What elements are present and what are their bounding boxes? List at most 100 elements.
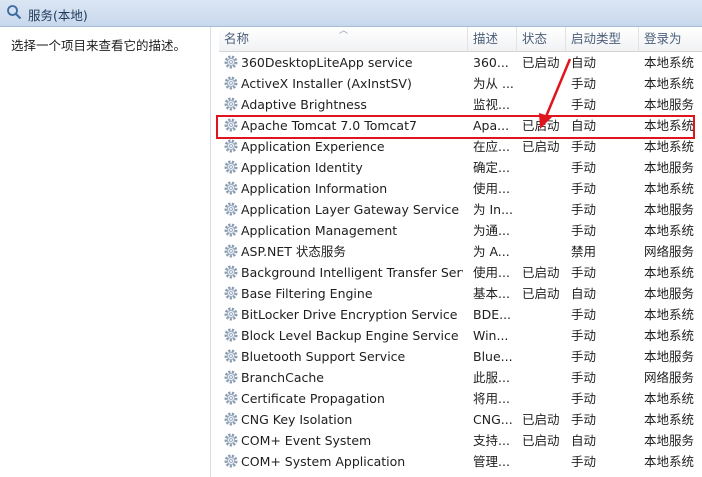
window-titlebar: 服务(本地) xyxy=(0,0,702,27)
service-logon-as: 本地系统 xyxy=(644,118,695,133)
service-status xyxy=(522,220,568,241)
service-startup-type: 手动 xyxy=(571,370,597,385)
service-logon-as: 本地系统 xyxy=(644,223,695,238)
service-gear-icon xyxy=(224,433,238,447)
service-description: 使用... xyxy=(473,265,510,280)
service-description: 管理... xyxy=(473,454,510,469)
service-startup-type: 自动 xyxy=(571,433,597,448)
service-row[interactable]: Background Intelligent Transfer Serv... 使… xyxy=(219,262,702,283)
service-gear-icon xyxy=(224,139,238,153)
service-startup-type: 禁用 xyxy=(571,244,597,259)
service-name: Application Identity xyxy=(241,160,363,175)
service-name: BranchCache xyxy=(241,370,324,385)
service-name: Block Level Backup Engine Service xyxy=(241,328,459,343)
service-logon-as: 本地系统 xyxy=(644,139,695,154)
column-header-desc[interactable]: 描述 xyxy=(468,27,517,51)
service-gear-icon xyxy=(224,412,238,426)
service-startup-type: 手动 xyxy=(571,454,597,469)
service-description: 为 A... xyxy=(473,244,510,259)
service-gear-icon xyxy=(224,97,238,111)
service-status xyxy=(522,325,568,346)
service-startup-type: 手动 xyxy=(571,412,597,427)
service-description: Apa... xyxy=(473,118,510,133)
service-row[interactable]: Apache Tomcat 7.0 Tomcat7 Apa... 已启动 自动 本地系统 xyxy=(219,115,702,136)
service-description: CNG... xyxy=(473,412,513,427)
service-row[interactable]: CNG Key Isolation CNG... 已启动 手动 本地系统 xyxy=(219,409,702,430)
service-description: 监视... xyxy=(473,97,510,112)
service-logon-as: 本地服务 xyxy=(644,160,695,175)
service-status: 已启动 xyxy=(522,55,560,70)
service-row[interactable]: ActiveX Installer (AxInstSV) 为从 ... 手动 本地系统 xyxy=(219,73,702,94)
services-list[interactable]: ︿ 名称 描述 状态 启动类型 登录为 360DesktopLiteApp se… xyxy=(219,27,702,477)
service-status: 已启动 xyxy=(522,433,560,448)
description-pane: 选择一个项目来查看它的描述。 xyxy=(0,27,211,477)
service-row[interactable]: Adaptive Brightness 监视... 手动 本地服务 xyxy=(219,94,702,115)
service-name: Base Filtering Engine xyxy=(241,286,373,301)
service-name: COM+ System Application xyxy=(241,454,406,469)
service-description: BDE... xyxy=(473,307,512,322)
service-logon-as: 本地服务 xyxy=(644,349,695,364)
service-name: Background Intelligent Transfer Serv... xyxy=(241,265,463,280)
column-header-status[interactable]: 状态 xyxy=(517,27,566,51)
service-row[interactable]: ASP.NET 状态服务 为 A... 禁用 网络服务 xyxy=(219,241,702,262)
service-row[interactable]: Certificate Propagation 将用... 手动 本地系统 xyxy=(219,388,702,409)
service-status xyxy=(522,367,568,388)
service-row[interactable]: Bluetooth Support Service Blue... 手动 本地服务 xyxy=(219,346,702,367)
service-status xyxy=(522,178,568,199)
service-status: 已启动 xyxy=(522,139,560,154)
service-row[interactable]: Base Filtering Engine 基本... 已启动 自动 本地服务 xyxy=(219,283,702,304)
service-row[interactable]: Application Layer Gateway Service 为 In...… xyxy=(219,199,702,220)
service-startup-type: 手动 xyxy=(571,76,597,91)
service-name: Certificate Propagation xyxy=(241,391,385,406)
service-startup-type: 手动 xyxy=(571,307,597,322)
service-description: 360... xyxy=(473,55,509,70)
service-description: 为通... xyxy=(473,223,510,238)
service-startup-type: 自动 xyxy=(571,286,597,301)
column-header-startup[interactable]: 启动类型 xyxy=(566,27,639,51)
service-description: 使用... xyxy=(473,181,510,196)
service-startup-type: 手动 xyxy=(571,181,597,196)
service-status: 已启动 xyxy=(522,118,560,133)
service-gear-icon xyxy=(224,181,238,195)
service-description: 在应... xyxy=(473,139,510,154)
service-name: CNG Key Isolation xyxy=(241,412,353,427)
service-gear-icon xyxy=(224,307,238,321)
service-row[interactable]: BitLocker Drive Encryption Service BDE...… xyxy=(219,304,702,325)
service-description: 将用... xyxy=(473,391,510,406)
service-row[interactable]: BranchCache 此服... 手动 网络服务 xyxy=(219,367,702,388)
service-name: BitLocker Drive Encryption Service xyxy=(241,307,458,322)
service-logon-as: 本地系统 xyxy=(644,412,695,427)
service-gear-icon xyxy=(224,328,238,342)
service-row[interactable]: 360DesktopLiteApp service 360... 已启动 自动 本地系统 xyxy=(219,52,702,73)
service-logon-as: 本地服务 xyxy=(644,433,695,448)
service-name: 360DesktopLiteApp service xyxy=(241,55,413,70)
service-startup-type: 手动 xyxy=(571,160,597,175)
service-row[interactable]: Block Level Backup Engine Service Win... 手… xyxy=(219,325,702,346)
service-status xyxy=(522,388,568,409)
service-logon-as: 本地系统 xyxy=(644,307,695,322)
sort-ascending-icon: ︿ xyxy=(339,27,349,36)
service-row[interactable]: Application Information 使用... 手动 本地系统 xyxy=(219,178,702,199)
service-status xyxy=(522,199,568,220)
service-description: 确定... xyxy=(473,160,510,175)
service-gear-icon xyxy=(224,454,238,468)
service-description: 为从 ... xyxy=(473,76,514,91)
column-header: ︿ 名称 描述 状态 启动类型 登录为 xyxy=(219,27,702,52)
service-gear-icon xyxy=(224,223,238,237)
service-logon-as: 本地服务 xyxy=(644,97,695,112)
service-row[interactable]: Application Management 为通... 手动 本地系统 xyxy=(219,220,702,241)
service-row[interactable]: COM+ Event System 支持... 已启动 自动 本地服务 xyxy=(219,430,702,451)
service-description: 此服... xyxy=(473,370,510,385)
column-header-name[interactable]: ︿ 名称 xyxy=(219,27,468,51)
service-row[interactable]: Application Experience 在应... 已启动 手动 本地系统 xyxy=(219,136,702,157)
service-startup-type: 手动 xyxy=(571,328,597,343)
service-gear-icon xyxy=(224,202,238,216)
service-gear-icon xyxy=(224,349,238,363)
service-row[interactable]: Application Identity 确定... 手动 本地服务 xyxy=(219,157,702,178)
description-text: 选择一个项目来查看它的描述。 xyxy=(11,38,187,53)
service-gear-icon xyxy=(224,265,238,279)
service-row[interactable]: COM+ System Application 管理... 手动 本地系统 xyxy=(219,451,702,472)
column-header-logon[interactable]: 登录为 xyxy=(639,27,702,51)
service-logon-as: 本地系统 xyxy=(644,454,695,469)
service-startup-type: 手动 xyxy=(571,202,597,217)
